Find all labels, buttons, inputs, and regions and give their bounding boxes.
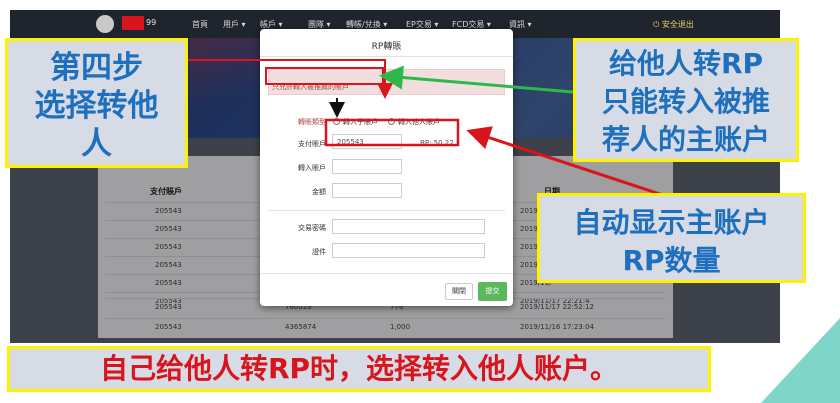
step-four-arrow: [188, 59, 393, 99]
callout-step-four: 第四步 选择转他人: [5, 38, 188, 168]
corner-decoration: [761, 318, 840, 403]
payaccount-highlight: [324, 118, 460, 147]
callout-bottom-instruction: 自己给他人转RP时，选择转入他人账户。: [7, 346, 711, 392]
green-arrow: [379, 65, 574, 94]
notice-highlight: [265, 67, 384, 85]
callout-transfer-rule: 给他人转RP 只能转入被推 荐人的主账户: [573, 38, 799, 162]
callout-rp-auto: 自动显示主账户 RP数量: [537, 193, 806, 283]
